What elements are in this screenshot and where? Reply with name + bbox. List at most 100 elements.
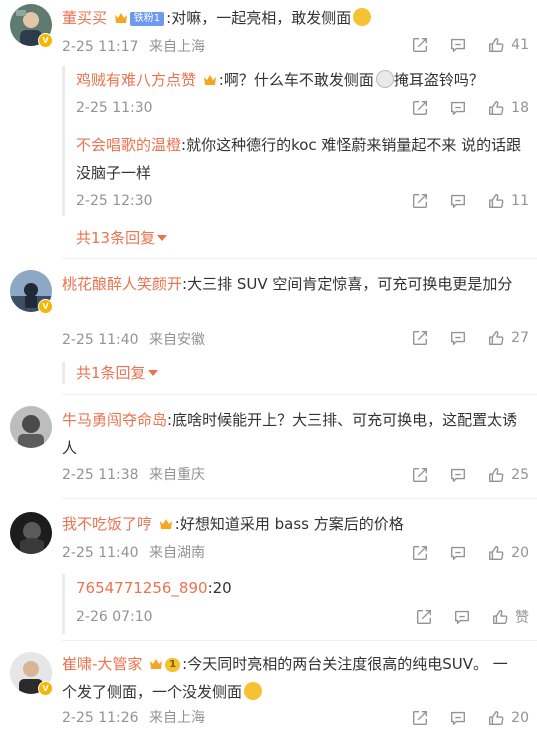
like-count: 20 [511,545,529,561]
share-button[interactable] [411,466,429,484]
comment-meta: 2-25 11:40 来自安徽 [62,330,205,350]
emoji-icon [375,70,394,88]
more-replies-link[interactable]: 共1条回复 [76,363,158,383]
timestamp: 2-25 11:17 [62,39,139,55]
like-button[interactable]: 11 [487,192,529,210]
location: 来自重庆 [149,467,206,483]
like-button[interactable]: 20 [487,544,529,562]
like-icon [491,608,509,626]
verified-badge-icon: V [38,33,53,48]
comment-item: V 桃花酿醉人笑颜开:大三排 SUV 空间肯定惊喜，可充可换电更是加分 2-25… [0,266,537,386]
comment-icon [449,192,467,210]
comment-body: 董买买 铁粉1:对嘛，一起亮相，敢发侧面 [62,4,522,32]
like-count: 18 [511,100,529,116]
avatar[interactable] [10,406,52,448]
share-button[interactable] [415,608,433,626]
reply-meta: 2-25 11:30 [76,98,153,118]
comment-icon [449,544,467,562]
like-button[interactable]: 25 [487,466,529,484]
timestamp: 2-25 11:38 [62,467,139,483]
reply-meta: 2-26 07:10 [76,607,153,627]
like-count: 11 [511,193,529,209]
username-link[interactable]: 不会唱歌的温橙 [76,136,181,154]
reply-text: :20 [207,579,232,597]
comment-body: 我不吃饭了哼 :好想知道采用 bass 方案后的价格 [62,510,522,538]
like-button[interactable]: 赞 [491,607,529,627]
username-link[interactable]: 董买买 [62,9,107,27]
like-button[interactable]: 41 [487,36,529,54]
username-link[interactable]: 鸡贼有难八方点赞 [76,71,196,89]
timestamp: 2-25 11:30 [76,100,153,116]
like-count: 25 [511,467,529,483]
comment-button[interactable] [449,329,467,347]
caret-down-icon [157,235,168,241]
comment-meta: 2-25 11:17 来自上海 [62,37,205,57]
avatar-image [10,406,52,448]
like-icon [487,544,505,562]
caret-down-icon [147,370,158,376]
reply-body: 7654771256_890:20 [76,574,526,602]
share-button[interactable] [411,36,429,54]
timestamp: 2-25 12:30 [76,193,153,209]
reply-meta: 2-25 12:30 [76,191,153,211]
like-button[interactable]: 20 [487,709,529,727]
divider [62,640,537,641]
location: 来自安徽 [149,332,206,348]
comment-item: 牛马勇闯夺命岛:底啥时候能开上？大三排、可充可换电，这配置太诱人 2-25 11… [0,402,537,502]
share-button[interactable] [411,709,429,727]
share-button[interactable] [411,192,429,210]
like-count: 27 [511,330,529,346]
username-link[interactable]: 我不吃饭了哼 [62,515,152,533]
share-icon [411,329,429,347]
share-icon [415,608,433,626]
emoji-icon [353,8,372,26]
share-button[interactable] [411,544,429,562]
crown-badge-icon [114,12,128,24]
comment-button[interactable] [449,709,467,727]
comment-button[interactable] [449,466,467,484]
crown-badge-icon [149,658,163,670]
like-icon [487,192,505,210]
comment-button[interactable] [449,99,467,117]
comment-icon [449,466,467,484]
username-link[interactable]: 7654771256_890 [76,579,208,597]
timestamp: 2-25 11:26 [62,710,139,726]
reply-text: :啊？什么车不敢发侧面 [218,71,374,89]
share-icon [411,544,429,562]
share-icon [411,192,429,210]
username-link[interactable]: 桃花酿醉人笑颜开 [62,275,182,293]
like-icon [487,329,505,347]
timestamp: 2-26 07:10 [76,609,153,625]
comment-button[interactable] [449,36,467,54]
username-link[interactable]: 牛马勇闯夺命岛 [62,411,167,429]
share-button[interactable] [411,99,429,117]
username-link[interactable]: 崔啸-大管家 [62,655,142,673]
comment-button[interactable] [453,608,471,626]
fan-badge[interactable]: 铁粉1 [129,12,165,26]
comment-icon [449,36,467,54]
level-badge[interactable]: 1 [165,658,181,672]
like-button[interactable]: 27 [487,329,529,347]
avatar[interactable] [10,512,52,554]
action-bar: 20 [391,708,529,728]
verified-badge-icon: V [38,299,53,314]
comment-icon [449,709,467,727]
like-button[interactable]: 18 [487,99,529,117]
share-icon [411,466,429,484]
comment-icon [449,329,467,347]
comment-icon [449,99,467,117]
like-icon [487,466,505,484]
more-replies-link[interactable]: 共13条回复 [76,228,168,248]
comment-button[interactable] [449,192,467,210]
divider [62,258,537,259]
share-button[interactable] [411,329,429,347]
location: 来自湖南 [149,545,206,561]
like-icon [487,36,505,54]
comment-item: V 崔啸-大管家 1:今天同时亮相的两台关注度很高的纯电SUV。 一个发了侧面，… [0,648,537,729]
like-icon [487,709,505,727]
comment-meta: 2-25 11:26 来自上海 [62,708,205,728]
comment-icon [453,608,471,626]
more-replies-label: 共1条回复 [76,364,146,382]
comment-button[interactable] [449,544,467,562]
action-bar: 18 [391,98,529,118]
